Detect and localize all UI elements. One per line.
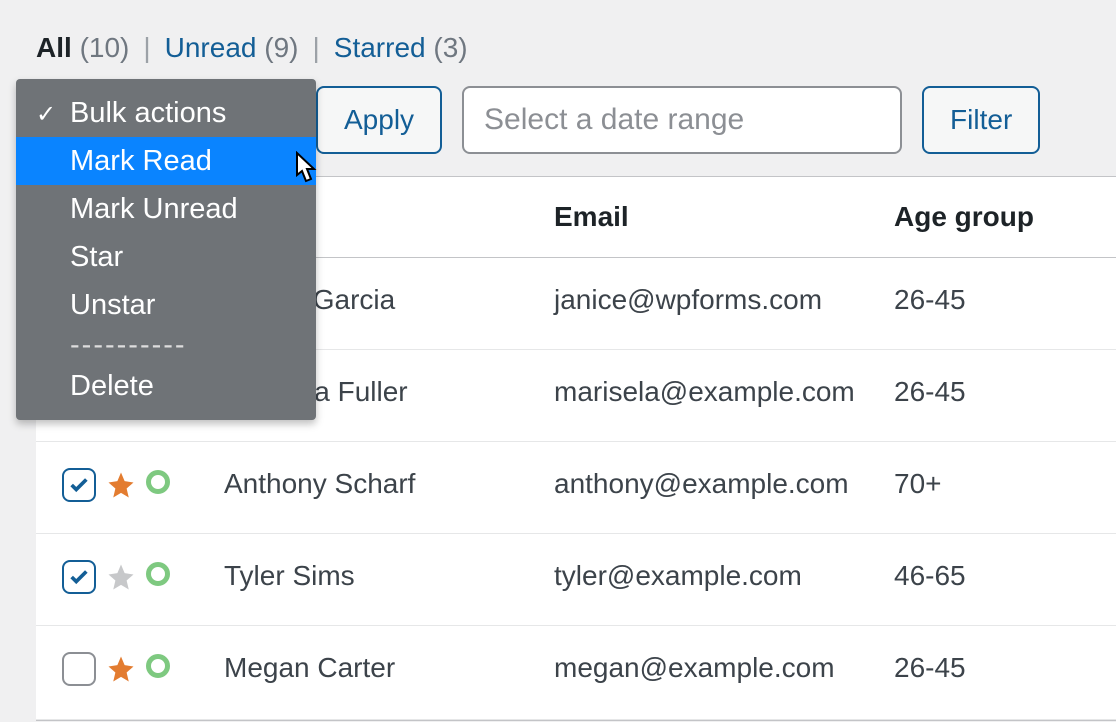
table-row: Tyler Sims tyler@example.com 46-65 [36, 534, 1116, 626]
cell-age: 46-65 [894, 560, 1094, 599]
table-row: Megan Carter megan@example.com 26-45 [36, 626, 1116, 720]
star-icon[interactable] [106, 654, 136, 691]
row-checkbox[interactable] [62, 652, 96, 686]
bulk-actions-menu: Bulk actions Mark Read Mark Unread Star … [16, 79, 316, 420]
cell-email: tyler@example.com [554, 560, 894, 599]
cell-age: 70+ [894, 468, 1094, 507]
cell-email: marisela@example.com [554, 376, 894, 415]
row-checkbox[interactable] [62, 468, 96, 502]
status-indicator-icon[interactable] [146, 470, 170, 494]
view-all[interactable]: All (10) [36, 32, 129, 64]
bulk-menu-unstar[interactable]: Unstar [16, 281, 316, 329]
date-range-input[interactable]: Select a date range [462, 86, 902, 154]
col-email[interactable]: Email [554, 201, 894, 233]
bulk-menu-separator: ---------- [16, 329, 316, 362]
cell-age: 26-45 [894, 652, 1094, 693]
bulk-menu-mark-read[interactable]: Mark Read [16, 137, 316, 185]
status-indicator-icon[interactable] [146, 562, 170, 586]
cell-name: Megan Carter [204, 652, 554, 693]
view-unread[interactable]: Unread (9) [165, 32, 299, 64]
apply-button[interactable]: Apply [316, 86, 442, 154]
cell-email: janice@wpforms.com [554, 284, 894, 323]
view-starred[interactable]: Starred (3) [334, 32, 468, 64]
filter-button[interactable]: Filter [922, 86, 1040, 154]
bulk-menu-title[interactable]: Bulk actions [16, 89, 316, 137]
cell-email: anthony@example.com [554, 468, 894, 507]
cell-email: megan@example.com [554, 652, 894, 693]
pointer-cursor-icon [286, 151, 322, 196]
filter-views: All (10) | Unread (9) | Starred (3) Any … [36, 32, 1116, 64]
star-icon[interactable] [106, 470, 136, 507]
cell-name: Anthony Scharf [204, 468, 554, 507]
bulk-menu-mark-unread[interactable]: Mark Unread [16, 185, 316, 233]
bulk-menu-star[interactable]: Star [16, 233, 316, 281]
bulk-menu-delete[interactable]: Delete [16, 362, 316, 410]
cell-age: 26-45 [894, 376, 1094, 415]
table-row: Anthony Scharf anthony@example.com 70+ [36, 442, 1116, 534]
col-age[interactable]: Age group [894, 201, 1094, 233]
cell-age: 26-45 [894, 284, 1094, 323]
status-indicator-icon[interactable] [146, 654, 170, 678]
row-checkbox[interactable] [62, 560, 96, 594]
cell-name: Tyler Sims [204, 560, 554, 599]
star-icon[interactable] [106, 562, 136, 599]
